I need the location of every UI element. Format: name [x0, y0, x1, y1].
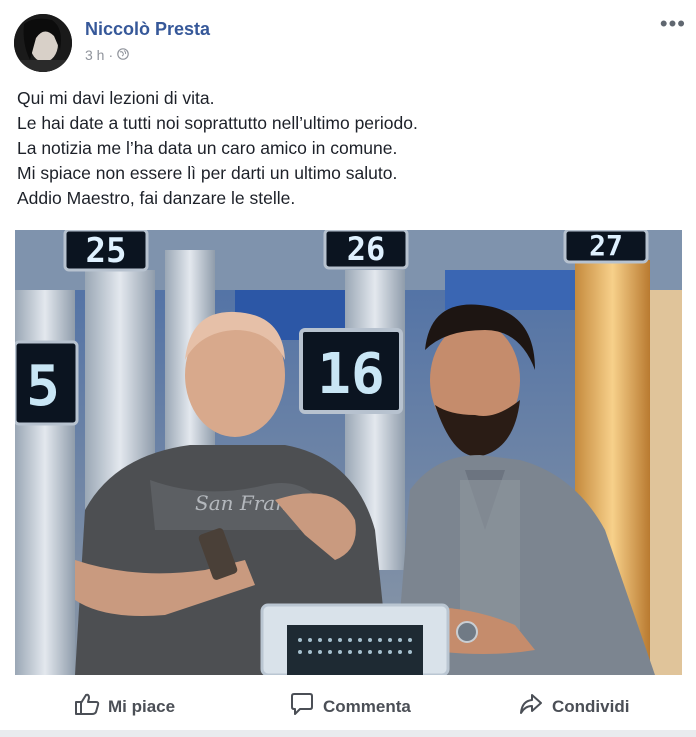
like-button[interactable]: Mi piace: [74, 692, 175, 721]
share-button[interactable]: Condividi: [518, 692, 629, 721]
avatar[interactable]: [14, 14, 72, 72]
post-text-line: Le hai date a tutti noi soprattutto nell…: [17, 113, 418, 133]
scoreboard-number: 25: [86, 231, 127, 271]
meta-separator: ·: [108, 47, 114, 63]
post-bottom-divider: [0, 730, 696, 737]
post-text-line: Mi spiace non essere lì per darti un ult…: [17, 163, 398, 183]
share-label: Condividi: [552, 696, 630, 716]
thumbs-up-icon: [74, 692, 100, 721]
post-text: Qui mi davi lezioni di vita. Le hai date…: [17, 86, 677, 211]
more-options-icon[interactable]: •••: [660, 13, 686, 35]
post-meta: 3 h ·: [85, 47, 129, 63]
author-name[interactable]: Niccolò Presta: [85, 19, 210, 40]
comment-icon: [289, 692, 315, 721]
scoreboard-number: 16: [317, 342, 384, 407]
post-photo[interactable]: 25 26 27 5 16 San Francisco: [15, 230, 682, 675]
comment-label: Commenta: [323, 696, 411, 716]
post-text-line: Qui mi davi lezioni di vita.: [17, 88, 215, 108]
globe-icon: [117, 47, 129, 63]
post-time[interactable]: 3 h: [85, 47, 104, 63]
avatar-image: [14, 14, 72, 72]
share-icon: [518, 692, 544, 721]
scoreboard-number: 27: [589, 230, 623, 262]
like-label: Mi piace: [108, 696, 176, 716]
comment-button[interactable]: Commenta: [289, 692, 411, 721]
facebook-post: Niccolò Presta 3 h · ••• Qui mi davi lez…: [0, 0, 696, 737]
post-text-line: La notizia me l’ha data un caro amico in…: [17, 138, 398, 158]
scoreboard-number: 26: [347, 230, 386, 268]
scoreboard-number: 5: [26, 354, 60, 419]
photo-illustration: 25 26 27 5 16 San Francisco: [15, 230, 682, 675]
post-text-line: Addio Maestro, fai danzare le stelle.: [17, 188, 296, 208]
